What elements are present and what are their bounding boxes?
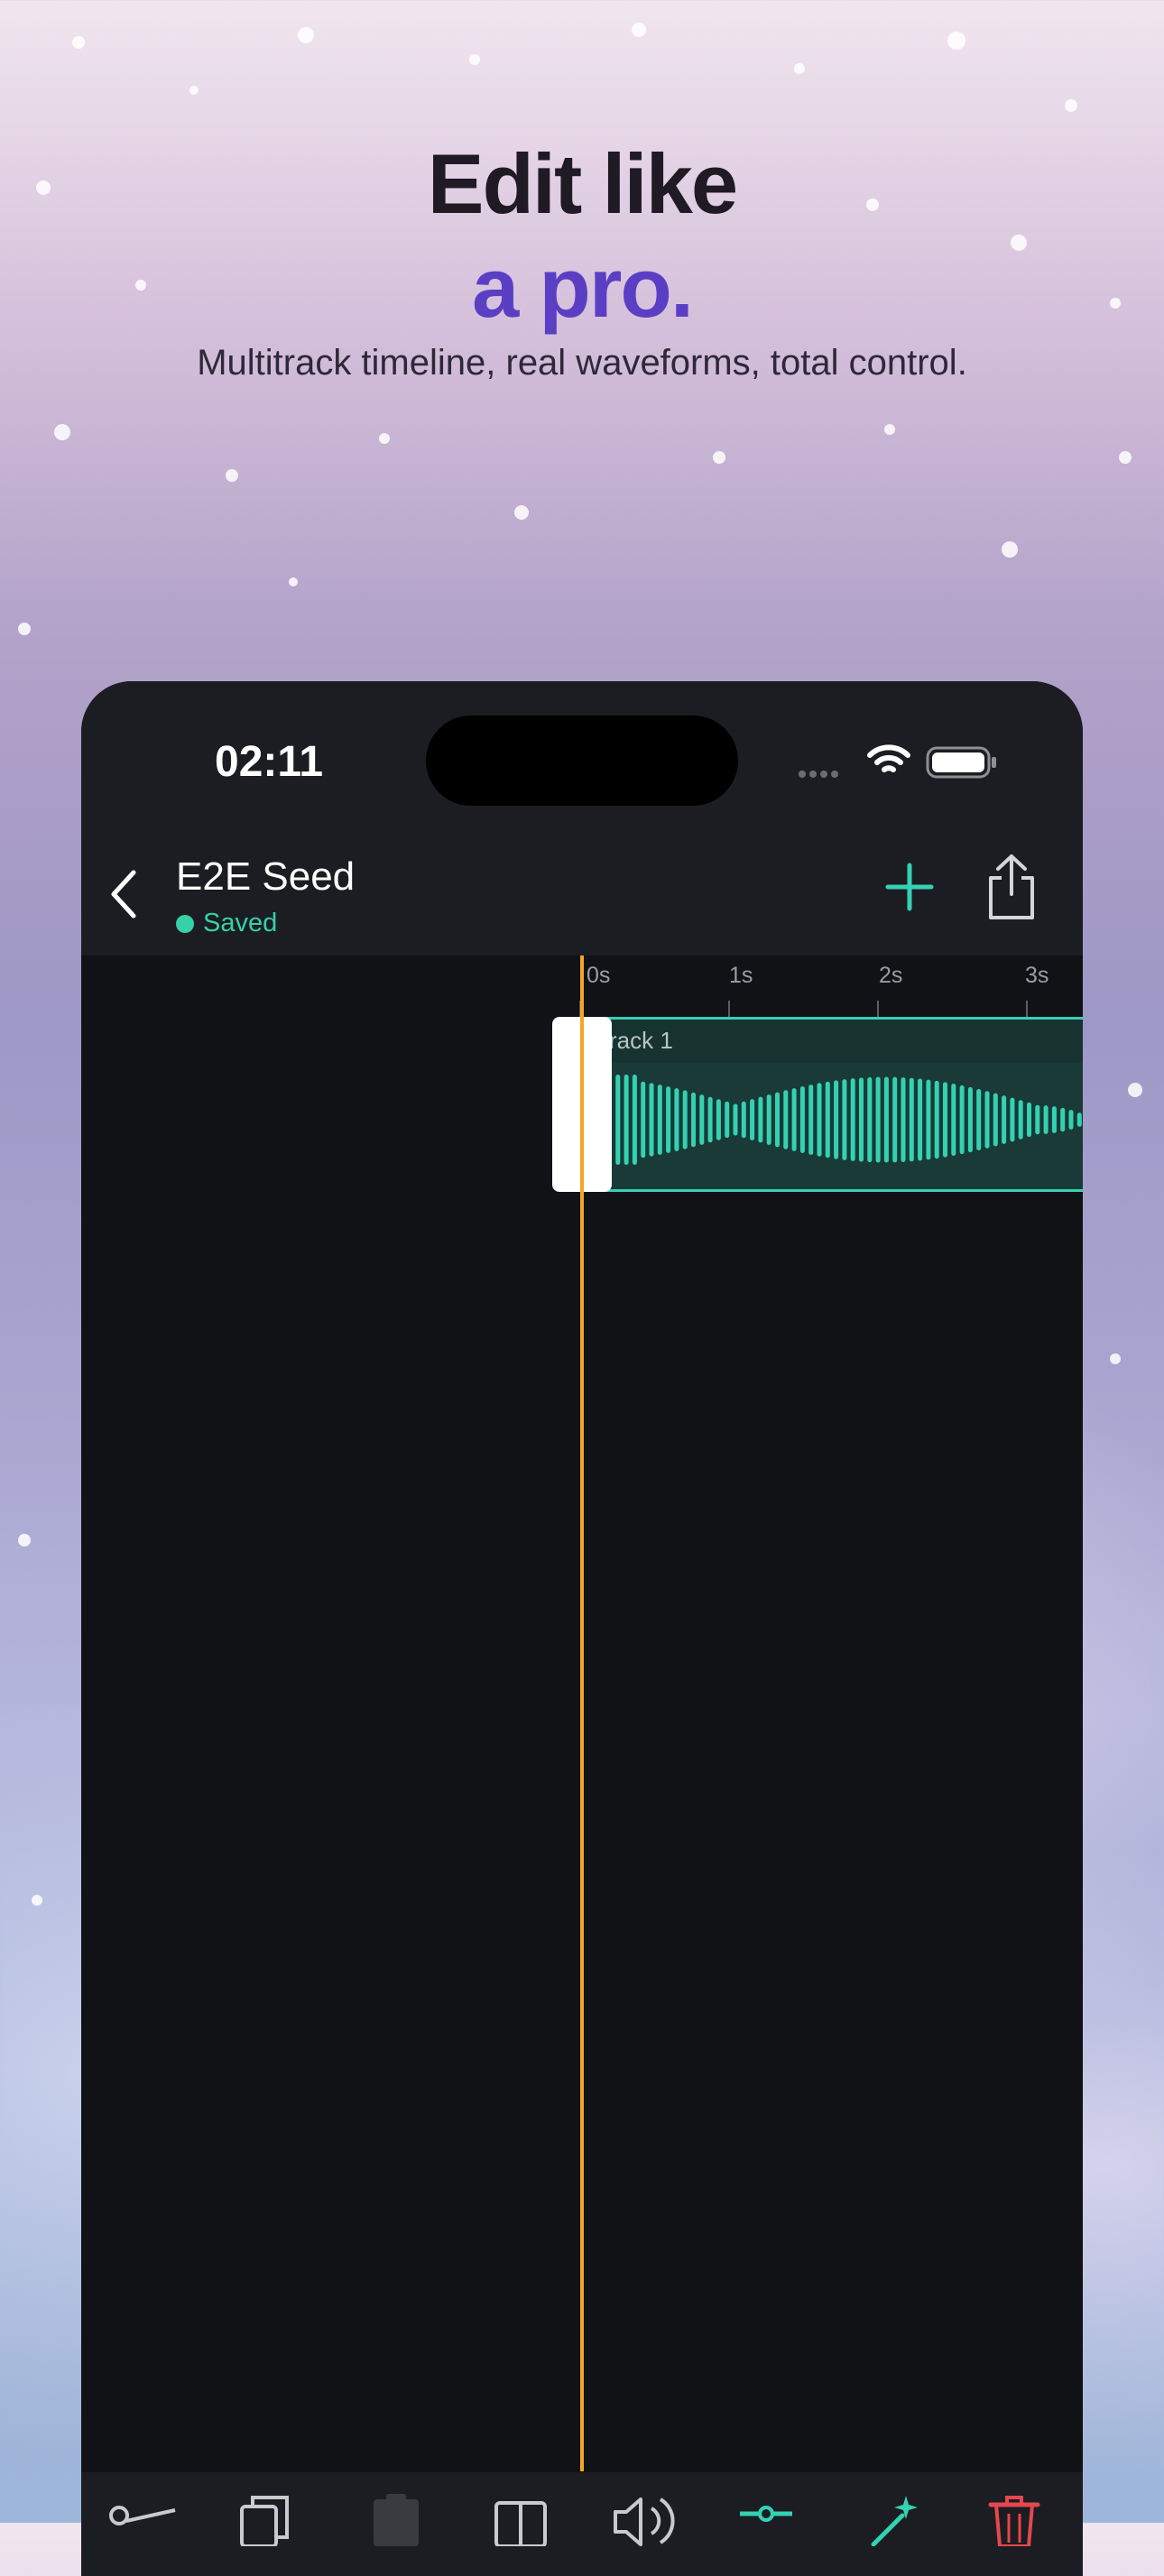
- back-button[interactable]: [106, 867, 143, 926]
- waveform-bar: [725, 1101, 730, 1139]
- waveform-bar: [808, 1085, 814, 1155]
- waveform-bar: [1010, 1097, 1015, 1142]
- waveform-bar: [649, 1083, 654, 1157]
- waveform-bar: [733, 1103, 738, 1136]
- ruler-tick: [1026, 1001, 1028, 1017]
- phone-frame: 02:11 E2E Seed Saved 0s 1s 2s 3s rack 1: [81, 681, 1083, 2576]
- waveform-bar: [624, 1075, 629, 1165]
- ruler-tick-label: 2s: [879, 963, 903, 988]
- waveform-bar: [1035, 1104, 1040, 1135]
- waveform-bar: [993, 1093, 998, 1147]
- wifi-icon: [866, 743, 911, 783]
- waveform-bar: [699, 1094, 705, 1145]
- waveform-bar: [1051, 1106, 1057, 1133]
- waveform-bar: [967, 1086, 973, 1153]
- waveform-bar: [741, 1101, 746, 1139]
- waveform-bar: [691, 1092, 696, 1148]
- waveform-bar: [615, 1075, 621, 1165]
- waveform-bar: [834, 1080, 839, 1159]
- ruler-tick-label: 0s: [587, 963, 611, 988]
- add-track-button[interactable]: [881, 858, 938, 920]
- waveform-bar: [1060, 1107, 1066, 1132]
- waveform-bar: [641, 1081, 646, 1159]
- waveform-bar: [766, 1094, 771, 1145]
- waveform-bar: [892, 1076, 898, 1163]
- waveform-bar: [1068, 1110, 1074, 1130]
- hero-headline-line2: a pro.: [472, 240, 694, 335]
- waveform-bar: [707, 1096, 713, 1143]
- waveform-bar: [1027, 1102, 1031, 1138]
- edit-toolbar: [81, 2472, 1083, 2576]
- waveform-bar: [682, 1090, 688, 1150]
- volume-icon[interactable]: [610, 2492, 679, 2551]
- waveform-bar: [875, 1076, 881, 1163]
- effects-icon[interactable]: [866, 2492, 920, 2551]
- waveform-bar: [984, 1091, 990, 1149]
- waveform-bar: [758, 1096, 763, 1143]
- waveform-bar: [976, 1089, 982, 1150]
- waveform-bar: [657, 1085, 662, 1155]
- hero-subtitle: Multitrack timeline, real waveforms, tot…: [197, 343, 967, 383]
- waveform-bar: [934, 1080, 939, 1159]
- waveform-bar: [926, 1079, 931, 1160]
- waveform-bar: [750, 1099, 755, 1140]
- playhead[interactable]: [580, 956, 584, 2471]
- waveform-bar: [883, 1076, 889, 1163]
- delete-icon[interactable]: [987, 2492, 1041, 2551]
- waveform-bar: [791, 1088, 797, 1151]
- adjust-icon[interactable]: [736, 2492, 796, 2551]
- editor-nav-bar: E2E Seed Saved: [81, 826, 1083, 956]
- waveform-bar: [783, 1090, 789, 1150]
- waveform-bar: [666, 1086, 671, 1153]
- saved-dot-icon: [176, 915, 194, 933]
- hero-headline-line1: Edit like: [427, 136, 738, 231]
- save-status-label: Saved: [203, 909, 278, 937]
- cut-icon[interactable]: [106, 2492, 179, 2551]
- status-bar: 02:11: [81, 681, 1083, 826]
- battery-icon: [926, 744, 998, 785]
- cellular-signal-icon: [799, 766, 842, 782]
- waveform-bar: [859, 1077, 864, 1162]
- paste-icon[interactable]: [366, 2492, 426, 2551]
- waveform-bar: [1002, 1095, 1007, 1144]
- waveform-bar: [943, 1082, 947, 1158]
- waveform-bar: [775, 1092, 780, 1148]
- timeline[interactable]: 0s 1s 2s 3s rack 1: [81, 956, 1083, 2471]
- waveform-bar: [1043, 1105, 1049, 1134]
- clip-label: rack 1: [609, 1027, 673, 1054]
- waveform: [607, 1075, 1082, 1165]
- clip-header: rack 1: [582, 1020, 1083, 1063]
- waveform-bar: [951, 1084, 956, 1156]
- copy-icon[interactable]: [236, 2492, 296, 2551]
- waveform-bar: [901, 1077, 906, 1162]
- time-ruler[interactable]: 0s 1s 2s 3s: [579, 956, 1083, 1017]
- waveform-bar: [867, 1076, 873, 1163]
- ruler-tick: [728, 1001, 730, 1017]
- ruler-tick-label: 1s: [729, 963, 753, 988]
- save-status: Saved: [176, 909, 277, 938]
- waveform-bar: [850, 1078, 855, 1161]
- waveform-bar: [716, 1099, 721, 1140]
- split-icon[interactable]: [491, 2492, 550, 2551]
- waveform-bar: [1018, 1100, 1023, 1140]
- waveform-bar: [1076, 1113, 1082, 1127]
- waveform-bar: [674, 1088, 679, 1151]
- audio-clip[interactable]: rack 1: [579, 1017, 1083, 1192]
- waveform-bar: [918, 1078, 923, 1161]
- status-time: 02:11: [215, 738, 324, 786]
- waveform-bar: [817, 1083, 822, 1157]
- waveform-bar: [632, 1075, 637, 1165]
- dynamic-island: [426, 716, 738, 806]
- waveform-bar: [799, 1086, 805, 1153]
- ruler-tick: [877, 1001, 879, 1017]
- project-title[interactable]: E2E Seed: [176, 854, 355, 900]
- waveform-bar: [959, 1085, 965, 1155]
- ruler-tick-label: 3s: [1025, 963, 1049, 988]
- waveform-bar: [909, 1077, 914, 1162]
- waveform-bar: [842, 1079, 847, 1160]
- share-button[interactable]: [982, 851, 1041, 928]
- waveform-bar: [825, 1081, 830, 1159]
